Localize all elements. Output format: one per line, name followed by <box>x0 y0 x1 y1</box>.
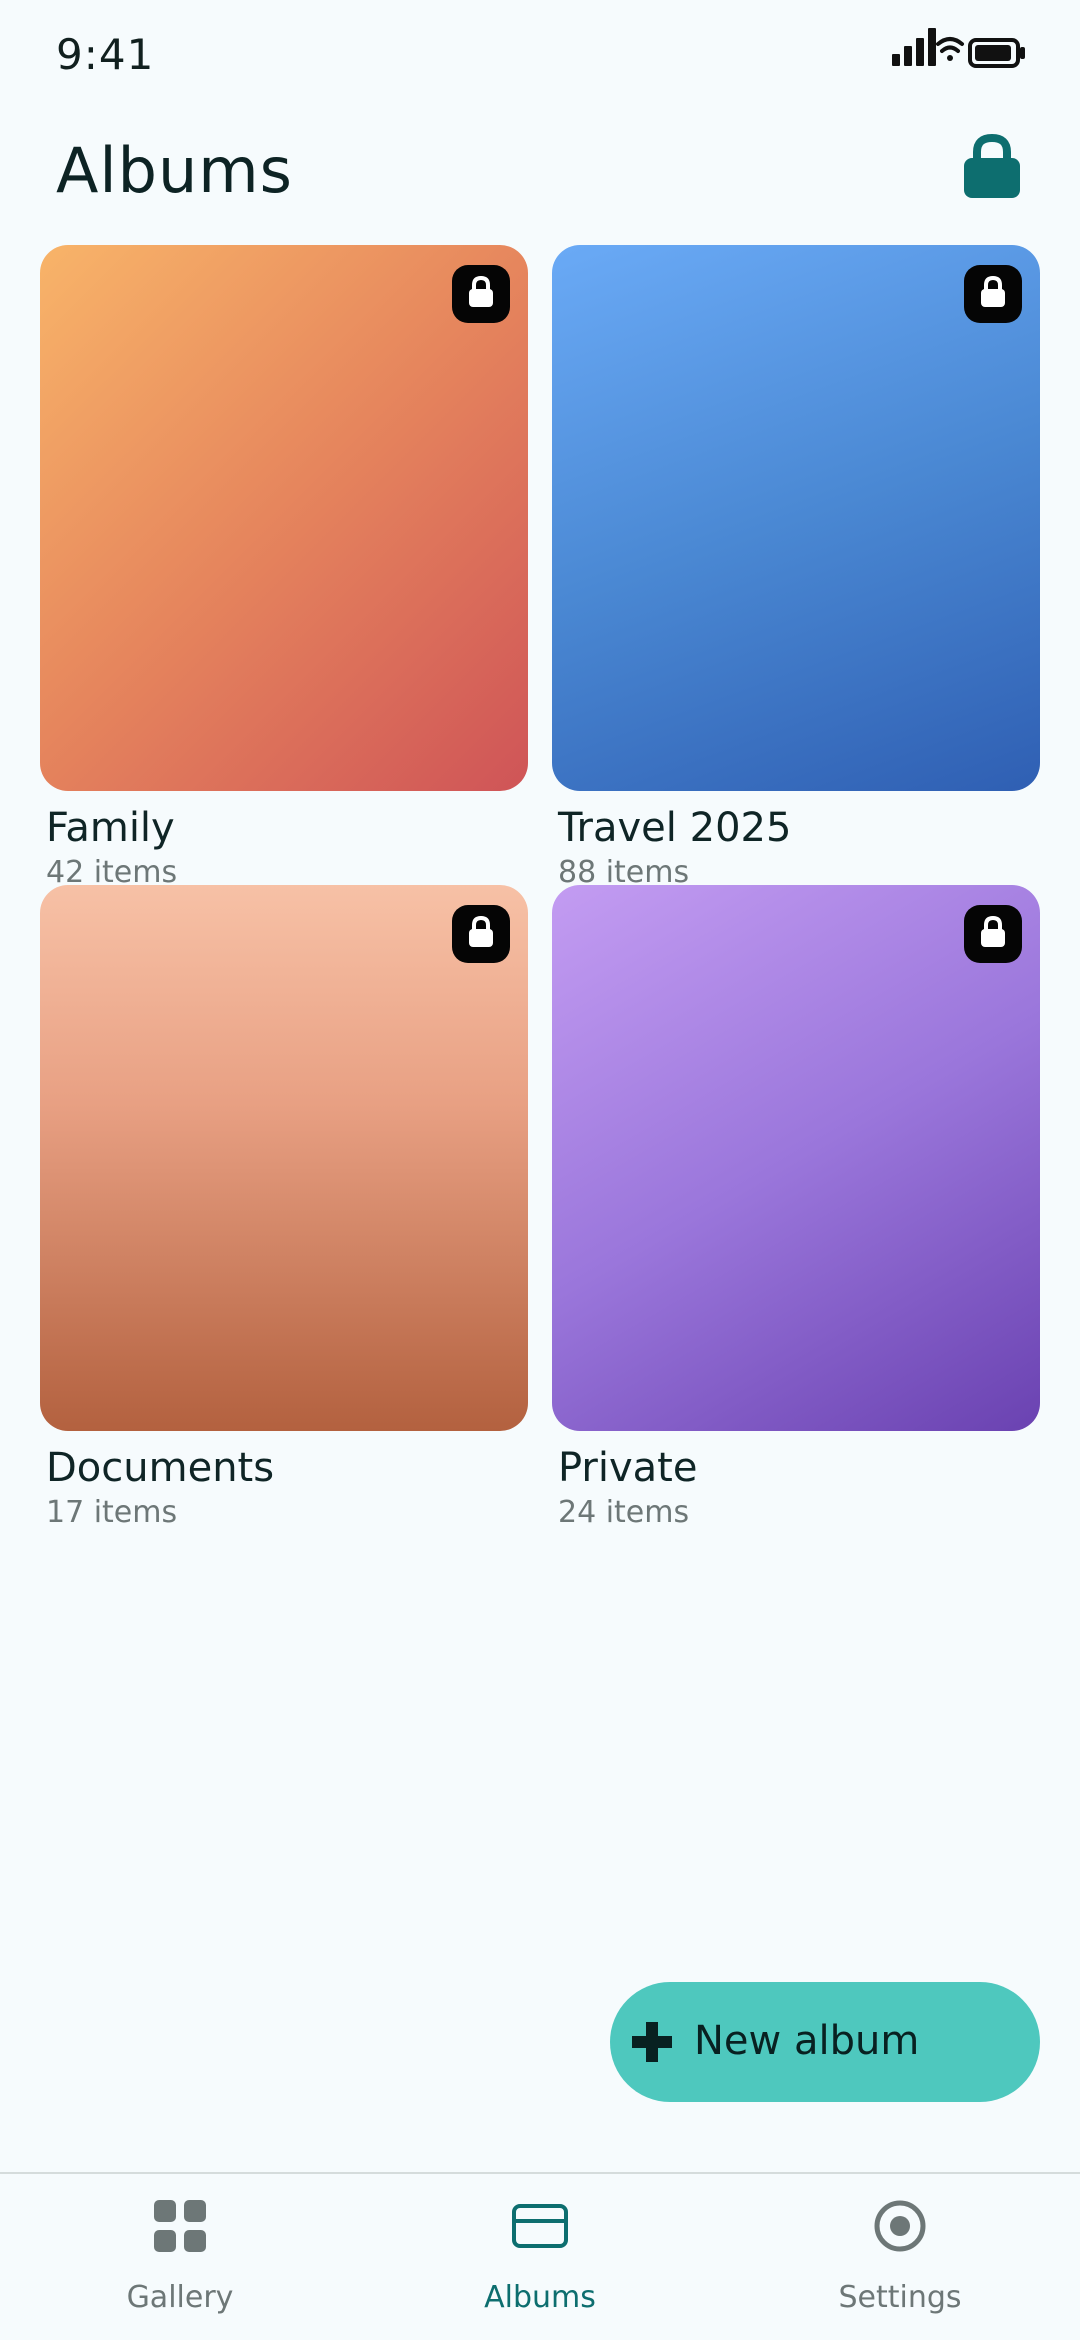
album-cover <box>40 245 528 791</box>
plus-icon <box>628 2018 676 2066</box>
lock-icon-svg <box>964 133 1020 198</box>
album-card-private[interactable]: Private 24 items <box>552 885 1040 1530</box>
album-name: Documents <box>46 1445 275 1491</box>
plus-icon-svg <box>632 2022 672 2062</box>
battery-icon <box>968 38 1025 68</box>
album-count: 24 items <box>558 1495 690 1530</box>
nav-label-gallery: Gallery <box>126 2280 234 2315</box>
lock-icon <box>452 905 510 963</box>
nav-item-albums[interactable]: Albums <box>360 2174 720 2340</box>
lock-icon <box>964 905 1022 963</box>
signal-icon <box>892 28 936 66</box>
app-header: Albums <box>0 120 1080 230</box>
lock-icon-svg <box>981 915 1005 947</box>
status-bar: 9:41 <box>0 0 1080 110</box>
album-name: Travel 2025 <box>558 805 792 851</box>
settings-icon <box>870 2196 930 2256</box>
lock-icon <box>964 265 1022 323</box>
bottom-navigation: Gallery Albums Settings <box>0 2172 1080 2340</box>
album-name: Family <box>46 805 175 851</box>
status-time: 9:41 <box>56 30 155 79</box>
nav-item-gallery[interactable]: Gallery <box>0 2174 360 2340</box>
nav-label-settings: Settings <box>838 2280 962 2315</box>
album-cover <box>552 245 1040 791</box>
album-icon-svg <box>512 2204 568 2248</box>
lock-icon-svg <box>469 275 493 307</box>
wifi-icon <box>936 37 964 61</box>
new-album-button[interactable]: New album <box>610 1982 1040 2102</box>
albums-screen: 9:41 Albums Family 42 items Travel 2025 … <box>0 0 1080 2340</box>
nav-label-albums: Albums <box>484 2280 596 2315</box>
status-icons-svg <box>892 28 1025 68</box>
lock-icon-svg <box>469 915 493 947</box>
new-album-label: New album <box>694 2018 920 2064</box>
album-card-travel[interactable]: Travel 2025 88 items <box>552 245 1040 890</box>
album-card-family[interactable]: Family 42 items <box>40 245 528 890</box>
grid-icon-svg <box>154 2200 206 2252</box>
lock-icon-svg <box>981 275 1005 307</box>
nav-item-settings[interactable]: Settings <box>720 2174 1080 2340</box>
status-icons <box>892 24 1032 74</box>
lock-icon[interactable] <box>962 133 1022 198</box>
album-card-documents[interactable]: Documents 17 items <box>40 885 528 1530</box>
settings-icon-svg <box>874 2200 926 2252</box>
page-title: Albums <box>56 134 293 207</box>
lock-icon <box>452 265 510 323</box>
album-cover <box>552 885 1040 1431</box>
grid-icon <box>150 2196 210 2256</box>
album-icon <box>510 2196 570 2256</box>
album-count: 17 items <box>46 1495 178 1530</box>
album-cover <box>40 885 528 1431</box>
album-name: Private <box>558 1445 698 1491</box>
